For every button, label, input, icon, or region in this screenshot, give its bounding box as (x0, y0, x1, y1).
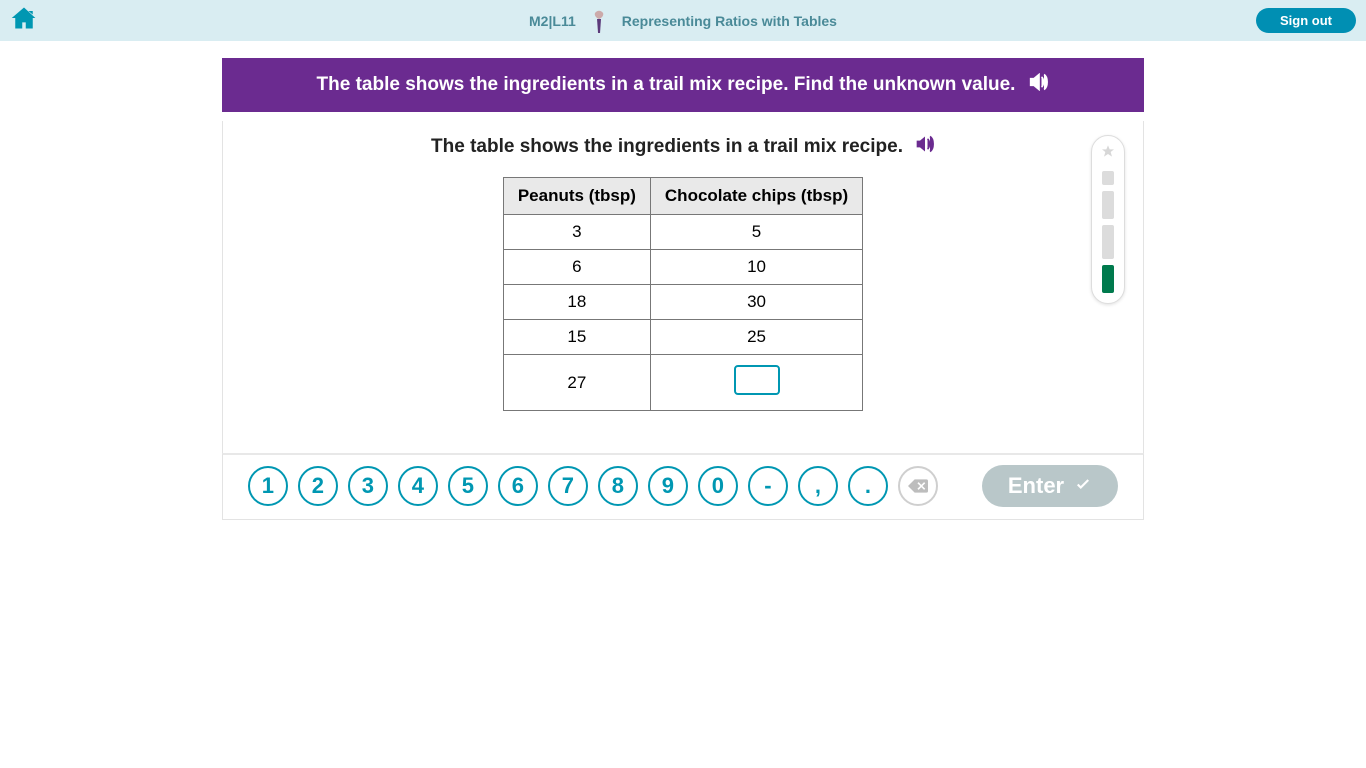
instruction-bar: The table shows the ingredients in a tra… (222, 58, 1144, 112)
table-row: 3 5 (503, 215, 862, 250)
col1-header: Peanuts (tbsp) (503, 178, 650, 215)
speaker-icon[interactable] (915, 135, 935, 159)
col2-header: Chocolate chips (tbsp) (650, 178, 862, 215)
key-1[interactable]: 1 (248, 466, 288, 506)
enter-button[interactable]: Enter (982, 465, 1118, 507)
check-icon (1074, 477, 1092, 495)
cell-choc: 30 (650, 285, 862, 320)
sign-out-button[interactable]: Sign out (1256, 8, 1356, 33)
key-8[interactable]: 8 (598, 466, 638, 506)
ratio-table: Peanuts (tbsp) Chocolate chips (tbsp) 3 … (503, 177, 863, 411)
main-content: The table shows the ingredients in a tra… (222, 58, 1144, 520)
table-row: 18 30 (503, 285, 862, 320)
cell-peanuts: 15 (503, 320, 650, 355)
instruction-text: The table shows the ingredients in a tra… (317, 74, 1016, 96)
progress-seg (1102, 191, 1114, 219)
key-9[interactable]: 9 (648, 466, 688, 506)
progress-seg (1102, 171, 1114, 185)
subprompt-text: The table shows the ingredients in a tra… (431, 136, 903, 158)
key-comma[interactable]: , (798, 466, 838, 506)
enter-label: Enter (1008, 473, 1064, 499)
key-4[interactable]: 4 (398, 466, 438, 506)
question-panel: The table shows the ingredients in a tra… (222, 121, 1144, 453)
cell-choc: 10 (650, 250, 862, 285)
key-0[interactable]: 0 (698, 466, 738, 506)
key-period[interactable]: . (848, 466, 888, 506)
key-2[interactable]: 2 (298, 466, 338, 506)
progress-seg (1102, 225, 1114, 259)
cell-peanuts: 6 (503, 250, 650, 285)
star-icon (1100, 144, 1116, 165)
key-5[interactable]: 5 (448, 466, 488, 506)
table-row: 15 25 (503, 320, 862, 355)
cell-choc: 5 (650, 215, 862, 250)
lesson-title: Representing Ratios with Tables (622, 13, 837, 29)
key-backspace[interactable] (898, 466, 938, 506)
subprompt: The table shows the ingredients in a tra… (223, 135, 1143, 159)
key-minus[interactable]: - (748, 466, 788, 506)
table-header-row: Peanuts (tbsp) Chocolate chips (tbsp) (503, 178, 862, 215)
key-6[interactable]: 6 (498, 466, 538, 506)
answer-cell (650, 355, 862, 411)
table-row: 27 (503, 355, 862, 411)
torch-icon (590, 9, 608, 33)
progress-widget (1091, 135, 1125, 304)
keypad: 1 2 3 4 5 6 7 8 9 0 - , . Enter (222, 453, 1144, 520)
cell-peanuts: 18 (503, 285, 650, 320)
cell-peanuts: 27 (503, 355, 650, 411)
progress-seg-active (1102, 265, 1114, 293)
key-3[interactable]: 3 (348, 466, 388, 506)
app-header: M2|L11 Representing Ratios with Tables S… (0, 0, 1366, 41)
cell-peanuts: 3 (503, 215, 650, 250)
home-icon[interactable] (10, 5, 38, 36)
key-7[interactable]: 7 (548, 466, 588, 506)
table-row: 6 10 (503, 250, 862, 285)
answer-input[interactable] (734, 365, 780, 395)
speaker-icon[interactable] (1029, 73, 1049, 97)
cell-choc: 25 (650, 320, 862, 355)
level-badge: M2|L11 (529, 13, 576, 29)
header-lesson-info: M2|L11 Representing Ratios with Tables (529, 9, 837, 33)
